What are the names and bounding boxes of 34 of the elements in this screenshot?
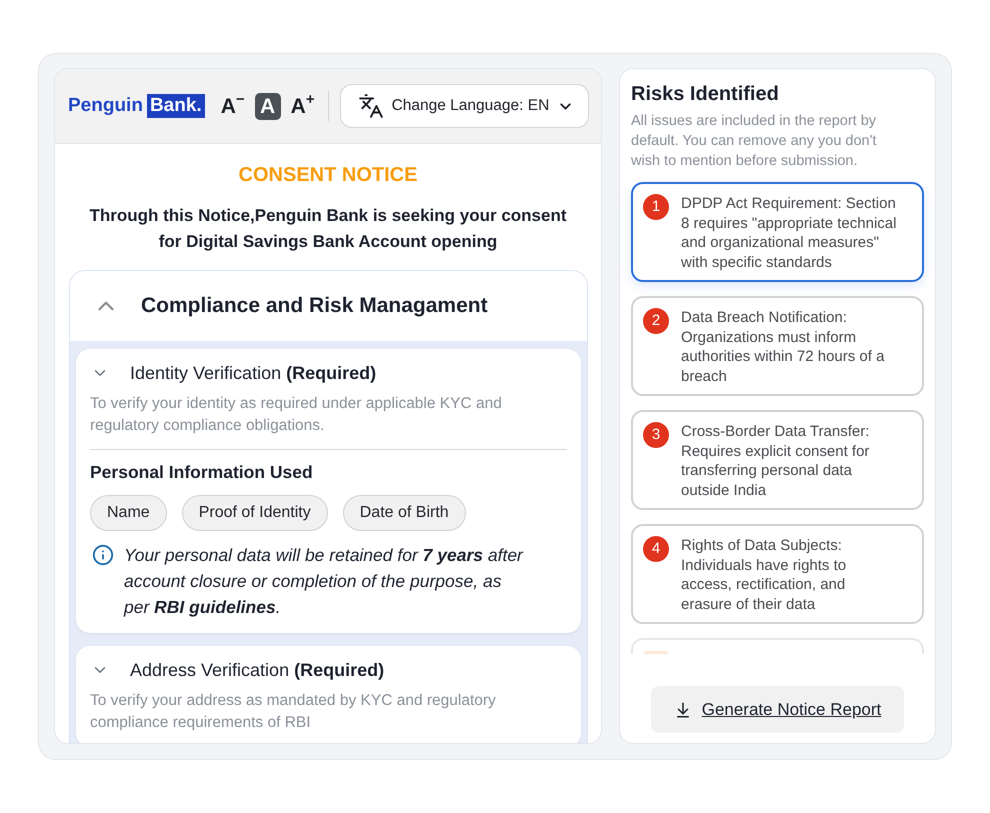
risk-card[interactable]: 3 Cross-Border Data Transfer: Requires explicit consent for transferring personal data outside India [631, 410, 924, 510]
logo: Penguin Bank. [68, 94, 205, 118]
generate-report-button[interactable]: Generate Notice Report [651, 686, 904, 733]
panel-title: Risks Identified [631, 82, 780, 107]
number-badge: 2 [643, 308, 669, 334]
risk-card[interactable]: 2 Data Breach Notification: Organizations must inform authorities within 72 hours of a breach [631, 296, 924, 396]
panel-description: All issues are included in the report by default. You can remove any you don't wish to mention before submission. [631, 112, 878, 171]
risk-card[interactable]: 1 DPDP Act Requirement: Section 8 requires "appropriate technical and organizational measures" with specific standards [631, 182, 924, 282]
risk-text: Data Breach Notification: Organizations must inform authorities within 72 hours of a breach [681, 308, 886, 386]
risk-text: Rights of Data Subjects: Individuals have rights to access, rectification, and erasure of their data [681, 536, 848, 614]
data-tag: Date of Birth [342, 495, 466, 531]
info-icon [92, 544, 114, 566]
number-badge: 3 [643, 422, 669, 448]
font-size-button[interactable]: A [254, 92, 281, 120]
risk-card[interactable]: 4 Rights of Data Subjects: Individuals have rights to access, rectification, and erasure of their data [631, 524, 924, 624]
purpose-description: To verify your identity as required under applicable KYC and regulatory compliance obligations. [90, 394, 503, 436]
purpose-title: Address Verification (Required) [130, 659, 384, 682]
retention-note: Your personal data will be retained for 7 years after account closure or completion of the purpose, as per RBI guidelines. [124, 544, 524, 619]
font-size-button[interactable]: A+ [290, 92, 315, 120]
badge-icon [643, 651, 669, 654]
number-badge: 1 [643, 194, 669, 220]
number-badge: 4 [643, 536, 669, 562]
risk-text: DPDP Act Requirement: Section 8 requires "appropriate technical and organizational measures" with specific standards [681, 194, 898, 272]
notice-title: CONSENT NOTICE [238, 163, 418, 188]
data-tag: Name [90, 495, 167, 531]
language-button[interactable]: Change Language: EN [340, 84, 589, 128]
translate-icon [358, 93, 384, 119]
data-tag: Proof of Identity [182, 495, 328, 531]
risk-text: Cross-Border Data Transfer: Requires explicit consent for transferring personal data outside India [681, 422, 870, 500]
info-heading: Personal Information Used [90, 461, 314, 484]
purpose-title: Identity Verification (Required) [130, 362, 376, 385]
notice-intro: Through this Notice,Penguin Bank is seeking your consent for Digital Savings Bank Account opening [88, 205, 568, 253]
font-size-button[interactable]: A− [220, 92, 245, 120]
purpose-description: To verify your address as mandated by KYC and regulatory compliance requirements of RBI [90, 691, 497, 733]
